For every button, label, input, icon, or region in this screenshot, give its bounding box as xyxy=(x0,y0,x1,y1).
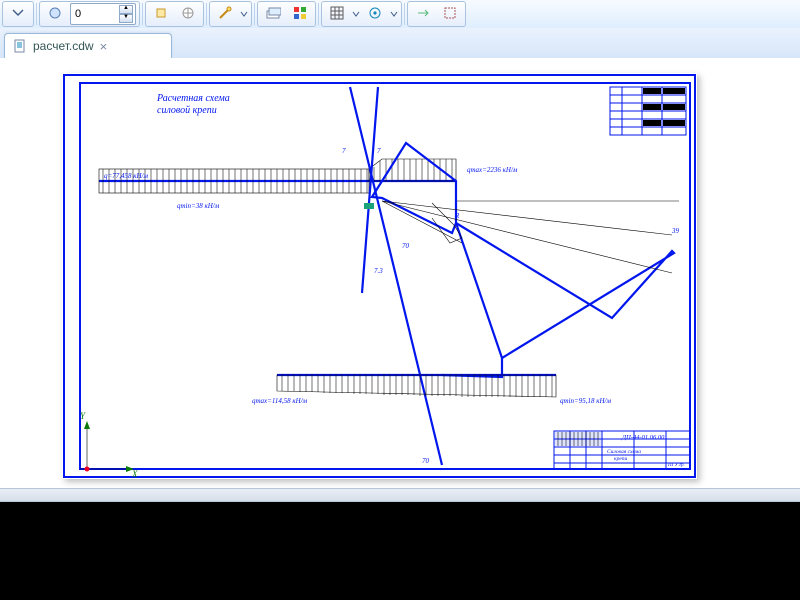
toolbar-separator xyxy=(142,3,143,25)
crop-button[interactable] xyxy=(438,3,462,25)
titleblock-uni: ПГУ гр. xyxy=(667,463,685,468)
titleblock-main: ДП-44-01.06.00 xyxy=(621,434,665,441)
titleblock-sub1: Силовая схема xyxy=(607,449,641,455)
toolbar-separator xyxy=(318,3,319,25)
grid-button[interactable] xyxy=(325,3,349,25)
node-marker xyxy=(364,203,374,209)
document-icon xyxy=(13,39,27,53)
chevron-down-icon xyxy=(352,6,360,22)
dim-39: 39 xyxy=(671,227,680,235)
toolbar-group-3 xyxy=(209,1,252,27)
label-qmax-right: qmax=2236 кН/м xyxy=(467,166,518,174)
tab-label: расчет.cdw xyxy=(33,39,94,53)
app-viewport: ▲ ▼ xyxy=(0,0,800,600)
drawing-title-1: Расчетная схема xyxy=(156,93,230,104)
toolbar-group-6 xyxy=(407,1,466,27)
spinner-input[interactable] xyxy=(73,7,117,21)
toolbar-separator xyxy=(404,3,405,25)
tab-close-button[interactable]: × xyxy=(100,39,108,54)
tool-icon xyxy=(181,6,195,23)
document-tab[interactable]: расчет.cdw × xyxy=(4,33,172,58)
top-toolbar: ▲ ▼ xyxy=(0,0,800,29)
orb-icon xyxy=(48,6,62,23)
lower-beam xyxy=(277,375,556,397)
document-tab-bar: расчет.cdw × xyxy=(0,28,800,59)
upper-beam xyxy=(99,159,456,193)
palette-icon xyxy=(292,5,308,24)
bottom-panel-strip xyxy=(0,488,800,502)
axis-y-label: Y xyxy=(80,411,86,421)
dim-70-2: 70 xyxy=(422,457,430,465)
layers-icon xyxy=(265,5,281,24)
construction-lines xyxy=(382,201,672,273)
wand-button[interactable] xyxy=(213,3,237,25)
toolbar-separator xyxy=(206,3,207,25)
spinner-down[interactable]: ▼ xyxy=(119,14,133,23)
toolbar-group-1 xyxy=(2,1,34,27)
label-q-left: q=77,458 кН/м xyxy=(104,172,148,180)
flip-button[interactable] xyxy=(411,3,435,25)
crop-icon xyxy=(442,5,458,24)
flip-icon xyxy=(415,5,431,24)
spinner-up[interactable]: ▲ xyxy=(119,5,133,14)
spinner-orb-button[interactable] xyxy=(43,3,67,25)
origin-marker xyxy=(80,421,134,472)
toolbar-group-2 xyxy=(145,1,204,27)
chevron-down-icon xyxy=(390,6,398,22)
dim-7-3: 7.3 xyxy=(374,267,383,275)
tool-icon xyxy=(154,6,168,23)
chevron-down-icon xyxy=(240,6,248,22)
cursor-target-button[interactable] xyxy=(363,3,387,25)
spinner-controls: ▲ ▼ xyxy=(119,5,133,23)
toolbar-group-spinner: ▲ ▼ xyxy=(39,1,140,27)
tool-btn-b[interactable] xyxy=(176,3,200,25)
layers-button[interactable] xyxy=(261,3,285,25)
toolbar-group-5 xyxy=(321,1,402,27)
toolbar-separator xyxy=(36,3,37,25)
tool-arrow-button[interactable] xyxy=(6,3,30,25)
spinner-field[interactable]: ▲ ▼ xyxy=(70,3,136,25)
drawing-sheet: Расчетная схема силовой крепи xyxy=(62,73,697,479)
target-icon xyxy=(367,5,383,24)
label-qmax-bottom: qmax=114,58 кН/м xyxy=(252,397,308,405)
grid-icon xyxy=(329,5,345,24)
toolbar-group-4 xyxy=(257,1,316,27)
dim-7-2: 7 xyxy=(377,147,381,155)
dim-70: 70 xyxy=(402,242,410,250)
label-qmin-aw: qmin=38 кН/м xyxy=(177,202,220,210)
canvas-area[interactable]: Расчетная схема силовой крепи xyxy=(0,58,800,488)
workspace[interactable]: Расчетная схема силовой крепи xyxy=(0,58,800,488)
cad-drawing: Расчетная схема силовой крепи xyxy=(62,73,697,479)
color-button[interactable] xyxy=(288,3,312,25)
toolbar-separator xyxy=(254,3,255,25)
title-block: ДП-44-01.06.00 Силовая схема крепи ПГУ г… xyxy=(554,431,690,469)
drawing-title-2: силовой крепи xyxy=(157,105,217,116)
axis-x-label: X xyxy=(131,469,138,479)
titleblock-sub2: крепи xyxy=(614,456,628,462)
dim-7: 7 xyxy=(342,147,346,155)
arrow-icon xyxy=(11,6,25,23)
wand-icon xyxy=(217,5,233,24)
parts-table xyxy=(610,87,686,135)
tool-btn-a[interactable] xyxy=(149,3,173,25)
note-r: R xyxy=(454,212,460,220)
label-qmin-bottom-r: qmin=95,18 кН/м xyxy=(560,397,611,405)
